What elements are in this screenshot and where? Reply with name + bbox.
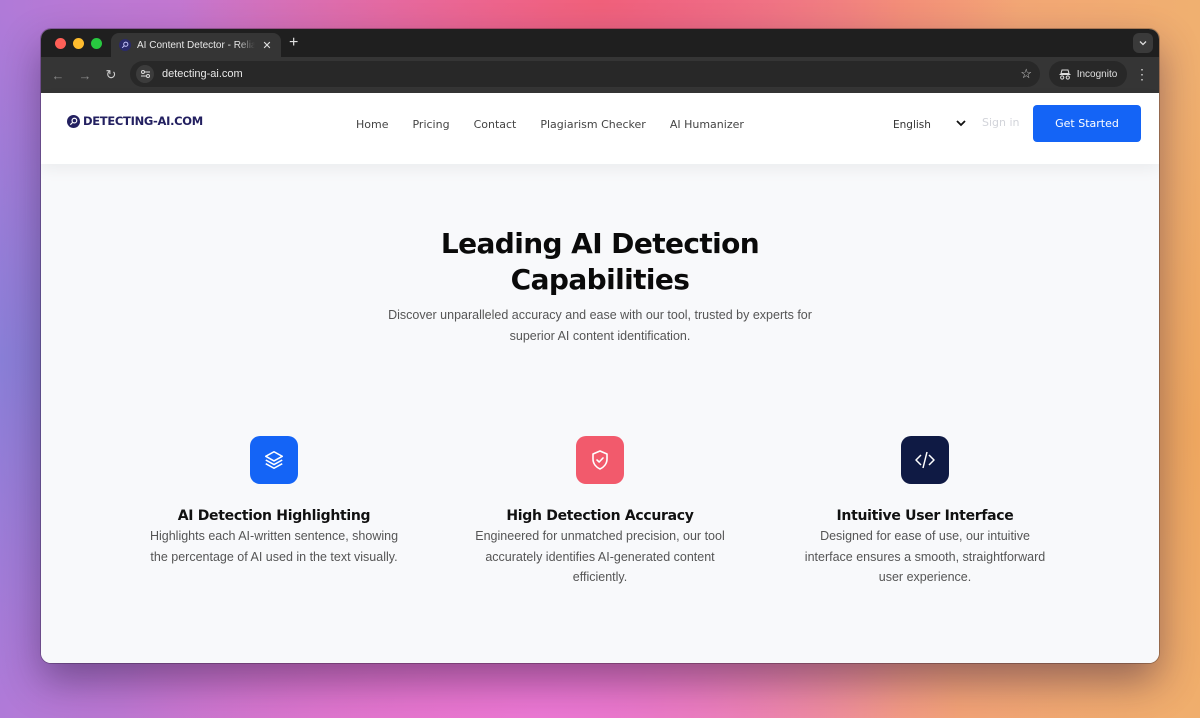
close-tab-icon[interactable]: ✕	[261, 39, 273, 52]
web-page: DETECTING-AI.COM Home Pricing Contact Pl…	[41, 93, 1159, 663]
nav-pricing[interactable]: Pricing	[412, 118, 449, 131]
feature-description: Designed for ease of use, our intuitive …	[804, 529, 1046, 584]
logo-text: DETECTING-AI.COM	[83, 114, 203, 128]
feature-title: High Detection Accuracy	[506, 508, 694, 524]
feature-card: AI Detection Highlighting Highlights eac…	[144, 436, 404, 567]
feature-icon-box	[250, 436, 298, 484]
tab-search-button[interactable]	[1133, 33, 1153, 53]
feature-icon-box	[576, 436, 624, 484]
close-window-button[interactable]	[55, 38, 66, 49]
chevron-down-icon	[1139, 41, 1147, 46]
site-logo[interactable]: DETECTING-AI.COM	[67, 114, 203, 128]
browser-tab[interactable]: AI Content Detector - Reliable AI Checke…	[111, 33, 281, 57]
tab-bar: AI Content Detector - Reliable AI Checke…	[41, 29, 1159, 57]
feature-title: Intuitive User Interface	[836, 508, 1014, 524]
site-header: DETECTING-AI.COM Home Pricing Contact Pl…	[41, 93, 1159, 164]
window-controls	[55, 38, 102, 49]
feature-card: Intuitive User Interface Designed for ea…	[795, 436, 1055, 588]
shield-check-icon	[592, 450, 608, 470]
nav-home[interactable]: Home	[356, 118, 388, 131]
back-arrow-icon[interactable]: ←	[49, 66, 67, 84]
feature-title: AI Detection Highlighting	[177, 508, 371, 524]
nav-plagiarism-checker[interactable]: Plagiarism Checker	[540, 118, 645, 131]
code-icon	[915, 451, 935, 469]
feature-icon-box	[901, 436, 949, 484]
minimize-window-button[interactable]	[73, 38, 84, 49]
forward-arrow-icon[interactable]: →	[76, 66, 94, 84]
get-started-button[interactable]: Get Started	[1033, 105, 1141, 142]
feature-description: Highlights each AI-written sentence, sho…	[149, 529, 399, 564]
feature-card: High Detection Accuracy Engineered for u…	[470, 436, 730, 588]
incognito-icon	[1059, 69, 1071, 80]
language-select[interactable]: English	[893, 119, 931, 131]
address-bar[interactable]: detecting-ai.com ☆	[130, 61, 1040, 87]
incognito-label: Incognito	[1076, 68, 1118, 80]
new-tab-button[interactable]: +	[289, 34, 298, 52]
hero-section: Leading AI Detection Capabilities Discov…	[41, 226, 1159, 347]
bookmark-star-icon[interactable]: ☆	[1020, 66, 1032, 82]
chevron-down-icon[interactable]	[955, 117, 967, 129]
tab-title: AI Content Detector - Reliable AI Checke…	[137, 39, 255, 51]
favicon-search-icon	[119, 39, 131, 51]
hero-title: Leading AI Detection Capabilities	[440, 227, 760, 296]
reload-icon[interactable]: ↻	[102, 66, 120, 84]
logo-search-icon	[67, 114, 80, 128]
url-text: detecting-ai.com	[162, 68, 243, 80]
browser-toolbar: ← → ↻ detecting-ai.com ☆ Incognito ⋮	[41, 57, 1159, 93]
hero-subtitle: Discover unparalleled accuracy and ease …	[388, 308, 812, 343]
sign-in-link[interactable]: Sign in	[982, 116, 1020, 129]
feature-description: Engineered for unmatched precision, our …	[475, 529, 725, 584]
nav-ai-humanizer[interactable]: AI Humanizer	[670, 118, 744, 131]
browser-menu-icon[interactable]: ⋮	[1135, 66, 1149, 82]
main-nav: Home Pricing Contact Plagiarism Checker …	[356, 118, 768, 131]
layers-icon	[264, 450, 284, 470]
site-settings-icon[interactable]	[136, 65, 154, 83]
maximize-window-button[interactable]	[91, 38, 102, 49]
nav-contact[interactable]: Contact	[474, 118, 517, 131]
browser-window: AI Content Detector - Reliable AI Checke…	[41, 29, 1159, 663]
incognito-indicator[interactable]: Incognito	[1049, 61, 1127, 87]
